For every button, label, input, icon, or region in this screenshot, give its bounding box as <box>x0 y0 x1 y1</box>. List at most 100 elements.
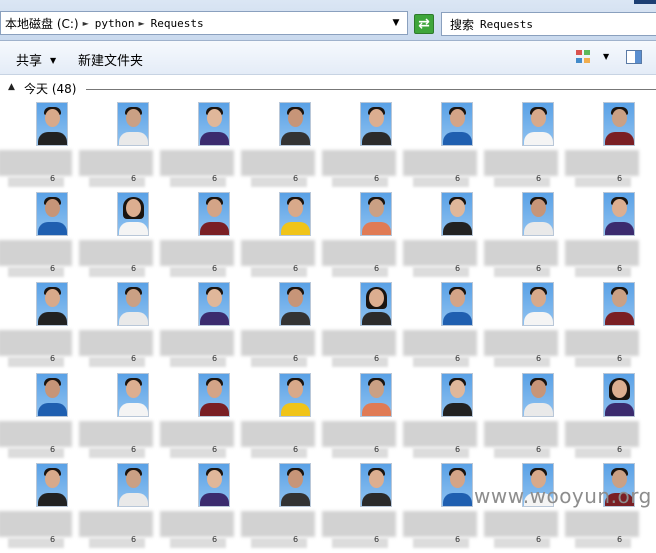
file-name-fragment: 6 <box>131 174 137 183</box>
photo-thumbnail <box>441 373 473 417</box>
photo-thumbnail <box>198 282 230 326</box>
address-bar[interactable]: 本地磁盘 (C:) ► python ► Requests ▼ <box>0 11 408 35</box>
file-item[interactable]: 6 <box>322 282 412 372</box>
file-item[interactable]: 6 <box>160 282 250 372</box>
breadcrumb-python[interactable]: python <box>95 17 135 30</box>
file-item[interactable]: 6 <box>565 373 655 463</box>
file-item[interactable]: 6 <box>403 373 493 463</box>
file-item[interactable]: 6 <box>241 463 331 553</box>
photo-thumbnail <box>36 192 68 236</box>
chevron-down-icon: ▼ <box>50 56 57 65</box>
file-name-redacted-line <box>332 357 388 367</box>
file-name-redacted <box>241 240 315 266</box>
file-item[interactable]: 6 <box>403 282 493 372</box>
file-name-redacted-line <box>8 267 64 277</box>
file-item[interactable]: 6 <box>241 373 331 463</box>
new-folder-button[interactable]: 新建文件夹 <box>78 50 143 69</box>
file-item[interactable]: 6 <box>322 192 412 282</box>
file-name-fragment: 6 <box>536 445 542 454</box>
file-name-fragment: 6 <box>131 264 137 273</box>
file-name-redacted <box>565 150 639 176</box>
file-name-fragment: 6 <box>293 535 299 544</box>
file-item[interactable]: 6 <box>79 102 169 192</box>
file-item[interactable]: 6 <box>565 102 655 192</box>
file-item[interactable]: 6 <box>484 282 574 372</box>
group-header[interactable]: ▲ 今天 (48) <box>8 80 656 96</box>
file-name-redacted <box>403 421 477 447</box>
file-name-redacted-line <box>575 357 631 367</box>
photo-thumbnail <box>36 373 68 417</box>
file-name-fragment: 6 <box>50 445 56 454</box>
view-options-dropdown-icon[interactable]: ▼ <box>603 52 609 61</box>
file-item[interactable]: 6 <box>79 463 169 553</box>
change-view-icon[interactable] <box>576 50 591 64</box>
file-name-redacted <box>160 421 234 447</box>
file-item[interactable]: 6 <box>484 102 574 192</box>
file-item[interactable]: 6 <box>160 373 250 463</box>
file-name-redacted <box>322 330 396 356</box>
file-name-redacted-line <box>170 357 226 367</box>
breadcrumb-drive[interactable]: 本地磁盘 (C:) <box>5 15 79 32</box>
file-item[interactable]: 6 <box>0 463 88 553</box>
file-item[interactable]: 6 <box>160 102 250 192</box>
file-item[interactable]: 6 <box>565 192 655 282</box>
file-item[interactable]: 6 <box>0 373 88 463</box>
share-button[interactable]: 共享 ▼ <box>16 50 56 69</box>
file-item[interactable]: 6 <box>160 463 250 553</box>
photo-thumbnail <box>360 192 392 236</box>
file-item[interactable]: 6 <box>565 463 655 553</box>
file-item[interactable]: 6 <box>0 192 88 282</box>
file-item[interactable]: 6 <box>241 192 331 282</box>
file-item[interactable]: 6 <box>484 192 574 282</box>
file-item[interactable]: 6 <box>241 102 331 192</box>
photo-thumbnail <box>117 102 149 146</box>
file-item[interactable]: 6 <box>403 192 493 282</box>
file-name-fragment: 6 <box>617 264 623 273</box>
chevron-right-icon[interactable]: ► <box>83 19 89 28</box>
file-name-redacted-line <box>494 538 550 548</box>
file-name-redacted-line <box>251 177 307 187</box>
file-item[interactable]: 6 <box>322 373 412 463</box>
file-item[interactable]: 6 <box>403 463 493 553</box>
file-item[interactable]: 6 <box>403 102 493 192</box>
file-name-fragment: 6 <box>374 535 380 544</box>
file-name-fragment: 6 <box>455 535 461 544</box>
file-item[interactable]: 6 <box>79 282 169 372</box>
file-name-fragment: 6 <box>617 174 623 183</box>
file-name-fragment: 6 <box>293 354 299 363</box>
collapse-triangle-icon[interactable]: ▲ <box>8 82 15 92</box>
file-item[interactable]: 6 <box>0 282 88 372</box>
file-name-redacted-line <box>332 448 388 458</box>
address-history-dropdown-icon[interactable]: ▼ <box>389 12 403 34</box>
file-item[interactable]: 6 <box>565 282 655 372</box>
file-name-redacted-line <box>8 357 64 367</box>
file-item[interactable]: 6 <box>79 373 169 463</box>
file-item[interactable]: 6 <box>79 192 169 282</box>
file-item[interactable]: 6 <box>0 102 88 192</box>
preview-pane-icon[interactable] <box>626 50 642 64</box>
file-name-redacted-line <box>170 267 226 277</box>
search-input[interactable]: 搜索 Requests <box>441 12 656 36</box>
photo-thumbnail <box>360 282 392 326</box>
file-name-redacted <box>403 330 477 356</box>
photo-thumbnail <box>441 192 473 236</box>
file-item[interactable]: 6 <box>322 463 412 553</box>
file-name-fragment: 6 <box>212 535 218 544</box>
refresh-button[interactable]: ⇄ <box>414 14 434 34</box>
file-item[interactable]: 6 <box>160 192 250 282</box>
chevron-right-icon[interactable]: ► <box>139 19 145 28</box>
file-item[interactable]: 6 <box>322 102 412 192</box>
file-name-redacted <box>565 330 639 356</box>
file-name-redacted-line <box>251 538 307 548</box>
file-name-fragment: 6 <box>374 445 380 454</box>
file-name-fragment: 6 <box>617 445 623 454</box>
photo-thumbnail <box>360 373 392 417</box>
file-item[interactable]: 6 <box>241 282 331 372</box>
file-item[interactable]: 6 <box>484 373 574 463</box>
file-name-fragment: 6 <box>212 174 218 183</box>
file-name-redacted <box>241 330 315 356</box>
file-name-redacted <box>484 150 558 176</box>
file-name-fragment: 6 <box>50 354 56 363</box>
file-item[interactable]: 6 <box>484 463 574 553</box>
breadcrumb-requests[interactable]: Requests <box>151 17 204 30</box>
